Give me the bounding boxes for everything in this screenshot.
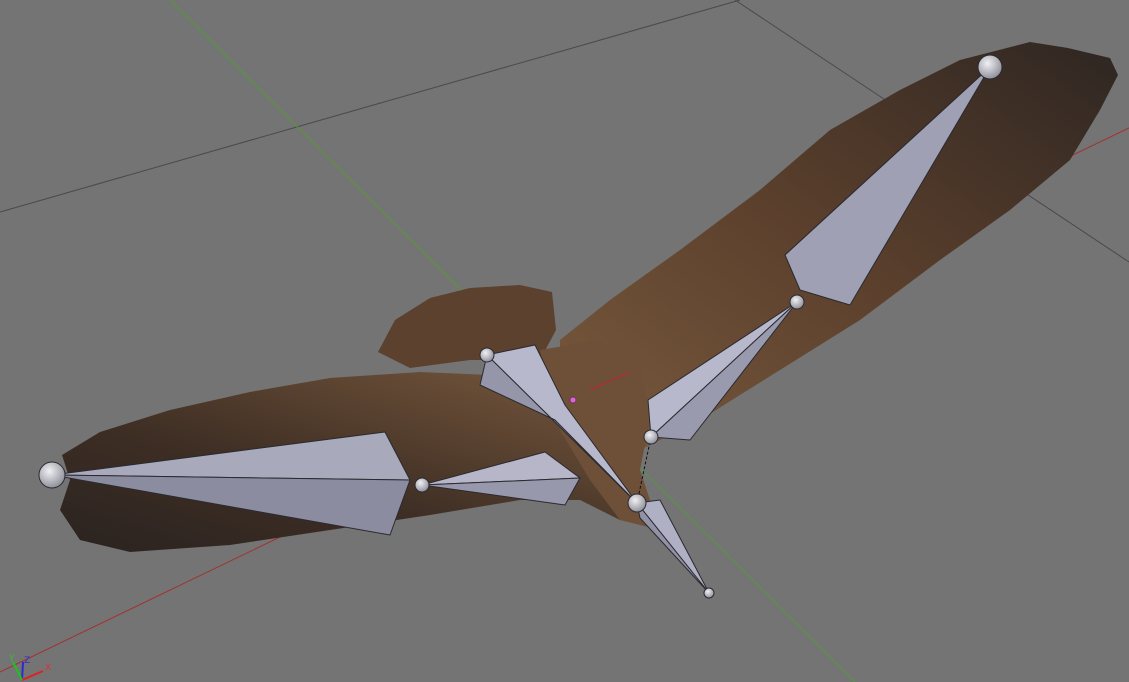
joint[interactable] <box>38 461 66 489</box>
scene[interactable]: Z X Y <box>0 0 1129 682</box>
joint[interactable] <box>643 429 659 445</box>
gizmo-x-axis <box>21 670 44 681</box>
object-origin[interactable] <box>569 396 577 404</box>
gizmo-y-label: Y <box>8 654 15 664</box>
3d-viewport[interactable]: Z X Y <box>0 0 1129 682</box>
joint[interactable] <box>479 347 495 363</box>
joint[interactable] <box>703 587 715 599</box>
gizmo-z-label: Z <box>24 656 30 666</box>
gizmo-x-label: X <box>45 663 51 673</box>
axis-gizmo: Z X Y <box>8 654 51 681</box>
bone-tail[interactable] <box>636 502 710 594</box>
joint[interactable] <box>789 294 805 310</box>
gizmo-y-axis <box>12 661 23 681</box>
joint[interactable] <box>977 54 1003 80</box>
joint[interactable] <box>627 493 647 513</box>
joint[interactable] <box>414 477 430 493</box>
grid-line <box>0 0 741 213</box>
gizmo-z-axis <box>21 661 24 681</box>
